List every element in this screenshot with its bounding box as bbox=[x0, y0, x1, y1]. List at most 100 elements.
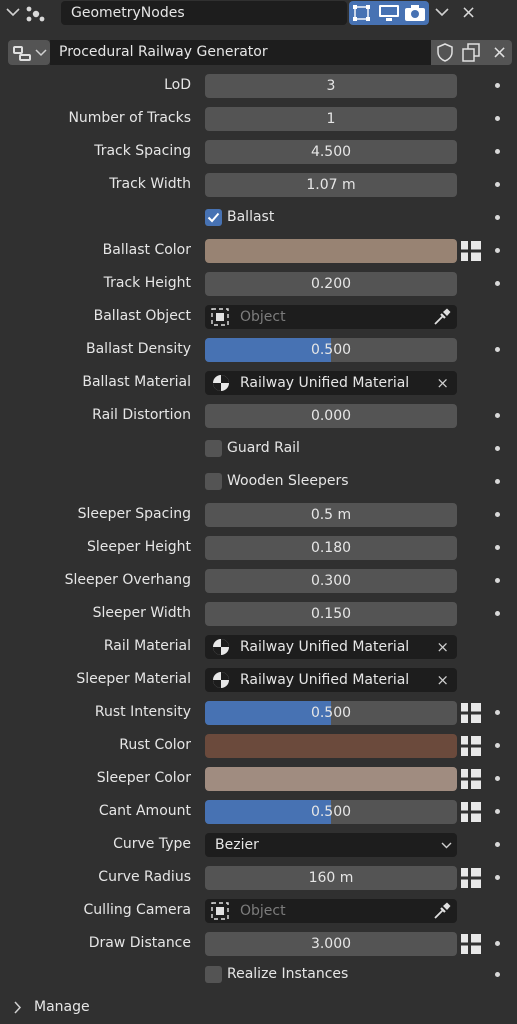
viewport-display-icon[interactable] bbox=[378, 4, 400, 22]
ballast-object-field[interactable]: Object bbox=[205, 305, 457, 329]
keyframe-decorator-icon[interactable] bbox=[460, 702, 482, 724]
keyframe-dot-icon[interactable] bbox=[495, 116, 500, 121]
keyframe-dot-icon[interactable] bbox=[495, 710, 500, 715]
chevron-down-icon[interactable] bbox=[435, 7, 449, 17]
curve-type-dropdown[interactable]: Bezier bbox=[205, 833, 457, 857]
keyframe-decorator-icon[interactable] bbox=[460, 933, 482, 955]
row-ballast-material: Ballast Material Railway Unified Materia… bbox=[0, 366, 517, 399]
rust-color-label: Rust Color bbox=[119, 737, 191, 753]
track-spacing-field[interactable]: 4.500 bbox=[205, 140, 457, 164]
keyframe-dot-icon[interactable] bbox=[495, 842, 500, 847]
ballast-material-field[interactable]: Railway Unified Material × bbox=[205, 371, 457, 395]
keyframe-decorator-icon[interactable] bbox=[460, 768, 482, 790]
keyframe-dot-icon[interactable] bbox=[495, 149, 500, 154]
ballast-density-slider[interactable]: 0.500 bbox=[205, 338, 457, 362]
rail-distortion-field[interactable]: 0.000 bbox=[205, 404, 457, 428]
lod-field[interactable]: 3 bbox=[205, 74, 457, 98]
track-height-field[interactable]: 0.200 bbox=[205, 272, 457, 296]
keyframe-dot-icon[interactable] bbox=[495, 972, 500, 977]
rust-color-swatch[interactable] bbox=[205, 734, 457, 758]
keyframe-dot-icon[interactable] bbox=[495, 776, 500, 781]
draw-distance-field[interactable]: 3.000 bbox=[205, 932, 457, 956]
checkmark-icon bbox=[207, 212, 220, 223]
keyframe-dot-icon[interactable] bbox=[495, 941, 500, 946]
keyframe-dot-icon[interactable] bbox=[495, 83, 500, 88]
cant-amount-value: 0.500 bbox=[310, 804, 352, 820]
keyframe-decorator-icon[interactable] bbox=[460, 240, 482, 262]
curve-type-value: Bezier bbox=[215, 837, 259, 853]
keyframe-dot-icon[interactable] bbox=[495, 347, 500, 352]
number-of-tracks-label: Number of Tracks bbox=[68, 110, 191, 126]
wooden-sleepers-checkbox[interactable] bbox=[205, 473, 222, 490]
close-icon[interactable]: × bbox=[436, 668, 449, 692]
sleeper-spacing-value: 0.5 m bbox=[310, 507, 352, 523]
number-of-tracks-field[interactable]: 1 bbox=[205, 107, 457, 131]
close-icon[interactable]: × bbox=[436, 371, 449, 395]
close-icon[interactable]: × bbox=[461, 0, 476, 26]
sleeper-color-swatch[interactable] bbox=[205, 767, 457, 791]
keyframe-dot-icon[interactable] bbox=[495, 545, 500, 550]
chevron-right-icon bbox=[14, 1001, 22, 1014]
unlink-button[interactable]: × bbox=[485, 40, 512, 65]
eyedropper-icon[interactable] bbox=[433, 308, 451, 326]
render-camera-icon[interactable] bbox=[404, 4, 426, 22]
culling-camera-placeholder: Object bbox=[240, 903, 286, 919]
ballast-density-value: 0.500 bbox=[310, 342, 352, 358]
rail-material-name: Railway Unified Material bbox=[240, 639, 410, 655]
collapse-chevron-icon[interactable] bbox=[6, 7, 20, 17]
modifier-name-text: GeometryNodes bbox=[71, 5, 185, 21]
rail-material-field[interactable]: Railway Unified Material × bbox=[205, 635, 457, 659]
keyframe-decorator-icon[interactable] bbox=[460, 867, 482, 889]
close-icon[interactable]: × bbox=[436, 635, 449, 659]
lod-value: 3 bbox=[326, 78, 336, 94]
keyframe-dot-icon[interactable] bbox=[495, 479, 500, 484]
keyframe-dot-icon[interactable] bbox=[495, 182, 500, 187]
keyframe-dot-icon[interactable] bbox=[495, 512, 500, 517]
keyframe-dot-icon[interactable] bbox=[495, 611, 500, 616]
keyframe-dot-icon[interactable] bbox=[495, 446, 500, 451]
rust-intensity-slider[interactable]: 0.500 bbox=[205, 701, 457, 725]
guard-rail-checkbox[interactable] bbox=[205, 440, 222, 457]
shield-icon bbox=[437, 43, 453, 62]
node-group-name-field[interactable]: Procedural Railway Generator bbox=[50, 40, 431, 65]
node-group-browse-button[interactable] bbox=[8, 40, 50, 65]
ballast-color-swatch[interactable] bbox=[205, 239, 457, 263]
keyframe-dot-icon[interactable] bbox=[495, 743, 500, 748]
curve-radius-field[interactable]: 160 m bbox=[205, 866, 457, 890]
keyframe-dot-icon[interactable] bbox=[495, 248, 500, 253]
track-width-label: Track Width bbox=[109, 176, 191, 192]
eyedropper-icon[interactable] bbox=[433, 902, 451, 920]
keyframe-dot-icon[interactable] bbox=[495, 413, 500, 418]
draw-distance-label: Draw Distance bbox=[88, 935, 191, 951]
sleeper-width-field[interactable]: 0.150 bbox=[205, 602, 457, 626]
manage-panel-header[interactable]: Manage bbox=[0, 992, 517, 1022]
track-width-value: 1.07 m bbox=[306, 177, 356, 193]
sleeper-overhang-field[interactable]: 0.300 bbox=[205, 569, 457, 593]
keyframe-decorator-icon[interactable] bbox=[460, 801, 482, 823]
object-icon bbox=[211, 902, 229, 920]
keyframe-decorator-icon[interactable] bbox=[460, 735, 482, 757]
sleeper-height-field[interactable]: 0.180 bbox=[205, 536, 457, 560]
culling-camera-field[interactable]: Object bbox=[205, 899, 457, 923]
sleeper-material-field[interactable]: Railway Unified Material × bbox=[205, 668, 457, 692]
ballast-checkbox[interactable] bbox=[205, 209, 222, 226]
row-rust-color: Rust Color bbox=[0, 729, 517, 762]
ballast-material-label: Ballast Material bbox=[82, 374, 191, 390]
curve-radius-value: 160 m bbox=[308, 870, 354, 886]
keyframe-dot-icon[interactable] bbox=[495, 215, 500, 220]
fake-user-button[interactable] bbox=[431, 40, 458, 65]
guard-rail-label: Guard Rail bbox=[227, 440, 300, 456]
row-ballast-color: Ballast Color bbox=[0, 234, 517, 267]
track-width-field[interactable]: 1.07 m bbox=[205, 173, 457, 197]
modifier-name-field[interactable]: GeometryNodes bbox=[61, 1, 347, 25]
edit-mode-icon[interactable] bbox=[352, 4, 372, 22]
keyframe-dot-icon[interactable] bbox=[495, 875, 500, 880]
realize-instances-checkbox[interactable] bbox=[205, 966, 222, 983]
keyframe-dot-icon[interactable] bbox=[495, 809, 500, 814]
duplicate-button[interactable] bbox=[458, 40, 485, 65]
cant-amount-slider[interactable]: 0.500 bbox=[205, 800, 457, 824]
row-curve-radius: Curve Radius 160 m bbox=[0, 861, 517, 894]
keyframe-dot-icon[interactable] bbox=[495, 281, 500, 286]
keyframe-dot-icon[interactable] bbox=[495, 578, 500, 583]
sleeper-spacing-field[interactable]: 0.5 m bbox=[205, 503, 457, 527]
